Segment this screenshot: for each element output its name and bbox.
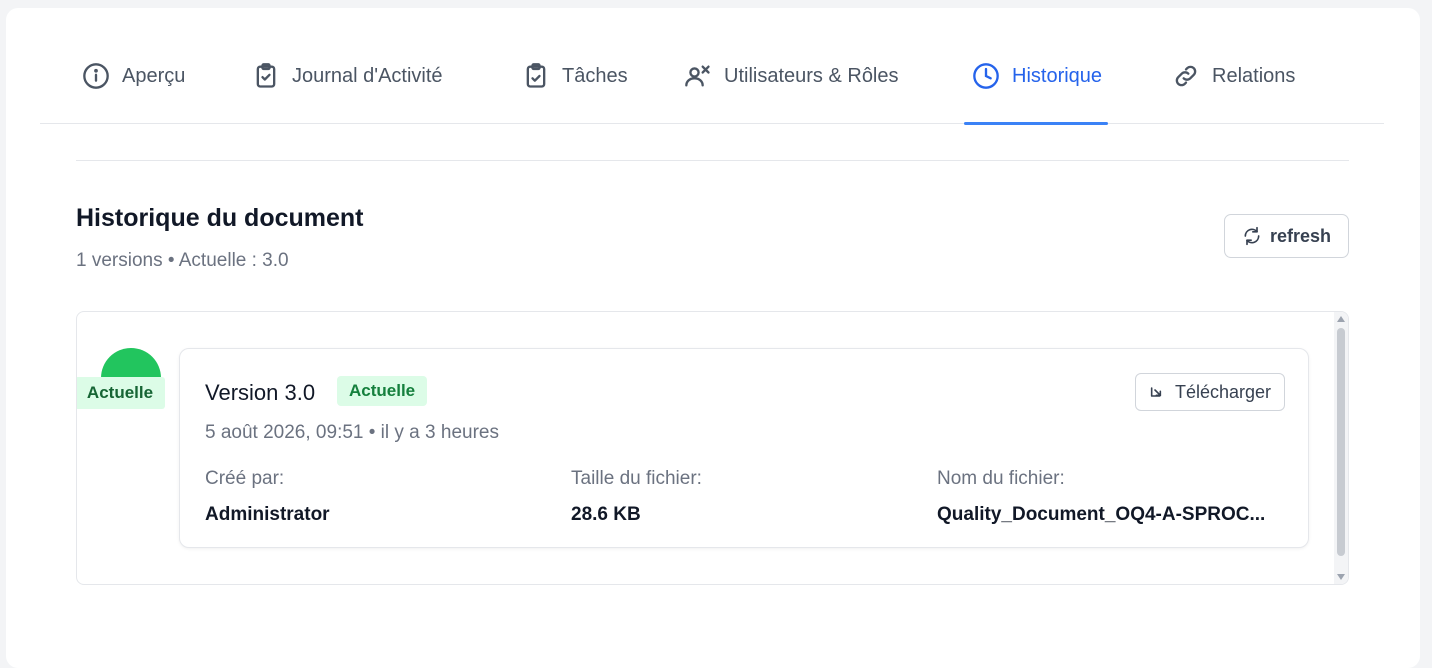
meta-value: Quality_Document_OQ4-A-SPROC... <box>937 504 1266 525</box>
meta-file-name: Nom du fichier: Quality_Document_OQ4-A-S… <box>937 468 1287 526</box>
download-button[interactable]: Télécharger <box>1135 373 1285 411</box>
tab-label: Utilisateurs & Rôles <box>724 65 899 87</box>
download-icon <box>1150 387 1162 397</box>
tab-label: Relations <box>1212 65 1296 87</box>
document-card: Aperçu Journal d'Activité Tâches Utilisa… <box>6 8 1420 668</box>
meta-file-size: Taille du fichier: 28.6 KB <box>571 468 921 526</box>
users-icon <box>685 65 710 87</box>
history-subtitle: 1 versions • Actuelle : 3.0 <box>76 250 289 271</box>
tab-label: Aperçu <box>122 65 186 87</box>
tab-relations[interactable]: Relations <box>1172 64 1295 124</box>
scroll-down-arrow[interactable] <box>1337 574 1345 580</box>
refresh-button[interactable]: refresh <box>1224 214 1349 258</box>
tab-utilisateurs[interactable]: Utilisateurs & Rôles <box>684 64 899 124</box>
clipboard-icon <box>256 63 276 88</box>
history-list[interactable]: Actuelle Version 3.0 Actuelle 5 août 202… <box>76 311 1349 585</box>
tab-label: Historique <box>1012 65 1103 87</box>
tab-label: Journal d'Activité <box>292 65 443 87</box>
tab-bar: Aperçu Journal d'Activité Tâches Utilisa… <box>40 8 1384 125</box>
tab-apercu[interactable]: Aperçu <box>82 63 186 124</box>
scroll-up-arrow[interactable] <box>1337 316 1345 322</box>
meta-label: Créé par: <box>205 468 285 489</box>
timeline-current-badge: Actuelle <box>77 377 165 409</box>
refresh-icon <box>1244 226 1260 246</box>
download-label: Télécharger <box>1174 381 1272 402</box>
tab-journal[interactable]: Journal d'Activité <box>252 63 443 124</box>
scrollbar-thumb[interactable] <box>1337 328 1345 556</box>
link-icon <box>1175 65 1197 87</box>
version-title: Version 3.0 <box>205 380 316 405</box>
version-card: Version 3.0 Actuelle 5 août 2026, 09:51 … <box>179 348 1309 548</box>
meta-created-by: Créé par: Administrator <box>205 468 555 526</box>
clipboard-check-icon <box>526 63 546 88</box>
refresh-label: refresh <box>1269 225 1332 246</box>
clock-icon <box>973 63 999 89</box>
section-divider <box>76 160 1349 161</box>
tab-label: Tâches <box>562 65 628 87</box>
scrollbar[interactable] <box>1334 312 1348 584</box>
info-icon <box>83 63 109 89</box>
history-title: Historique du document <box>76 204 364 232</box>
tab-taches[interactable]: Tâches <box>522 63 628 124</box>
meta-label: Taille du fichier: <box>571 468 702 489</box>
meta-label: Nom du fichier: <box>937 468 1065 489</box>
meta-value: 28.6 KB <box>571 504 641 525</box>
current-badge: Actuelle <box>337 376 428 406</box>
version-date: 5 août 2026, 09:51 • il y a 3 heures <box>205 422 499 443</box>
tab-historique[interactable]: Historique <box>963 63 1109 125</box>
meta-value: Administrator <box>205 504 330 525</box>
